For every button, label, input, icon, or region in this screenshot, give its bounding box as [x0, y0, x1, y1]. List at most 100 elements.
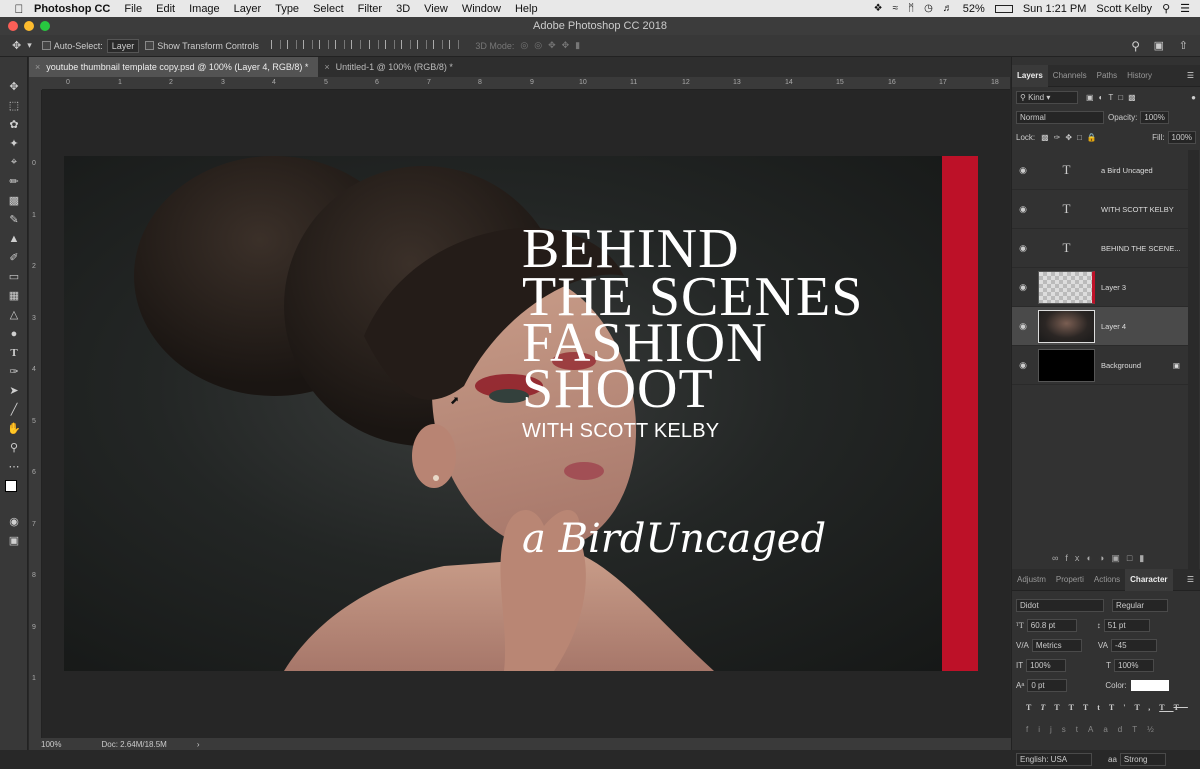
- tab-history[interactable]: History: [1122, 65, 1157, 87]
- menu-edit[interactable]: Edit: [156, 3, 175, 15]
- underline-button[interactable]: T: [1159, 703, 1173, 712]
- menu-window[interactable]: Window: [462, 3, 501, 15]
- eraser-icon[interactable]: ▭: [0, 267, 28, 286]
- search-icon[interactable]: ⚲: [1131, 39, 1140, 53]
- color-swatches[interactable]: [0, 476, 27, 512]
- zoom-window-button[interactable]: [40, 21, 50, 31]
- fx-icon[interactable]: fx: [1065, 553, 1086, 563]
- eye-icon[interactable]: ◉: [1012, 282, 1034, 293]
- small-caps-button[interactable]: Tt: [1083, 703, 1109, 712]
- layer-kind-filter[interactable]: ⚲ Kind ▾: [1016, 90, 1078, 104]
- close-window-button[interactable]: [8, 21, 18, 31]
- type-tool-icon[interactable]: T: [0, 343, 28, 362]
- close-icon[interactable]: ×: [324, 62, 329, 72]
- baseline-input[interactable]: 0 pt: [1027, 678, 1068, 692]
- layer-row[interactable]: ◉ T BEHIND THE SCENE...: [1012, 229, 1190, 268]
- layer-row[interactable]: ◉ T WITH SCOTT KELBY: [1012, 190, 1190, 229]
- eye-icon[interactable]: ◉: [1012, 321, 1034, 332]
- blur-tool-icon[interactable]: △: [0, 305, 28, 324]
- swash-button[interactable]: ϳ: [1050, 725, 1062, 734]
- adjustment-icon[interactable]: ◑: [1099, 553, 1111, 563]
- quick-mask-icon[interactable]: ◉: [0, 512, 28, 531]
- dropbox-icon[interactable]: ❖: [874, 3, 883, 14]
- move-tool-icon[interactable]: ✥: [12, 39, 21, 52]
- zoom-level[interactable]: 100%: [41, 740, 61, 749]
- list-icon[interactable]: ☰: [1180, 2, 1190, 15]
- healing-brush-icon[interactable]: ▩: [0, 191, 28, 210]
- menu-select[interactable]: Select: [313, 3, 344, 15]
- panel-menu-icon[interactable]: ☰: [1187, 71, 1194, 80]
- app-menu[interactable]: Photoshop CC: [34, 3, 110, 15]
- superscript-button[interactable]: T': [1109, 703, 1135, 712]
- ruler-corner[interactable]: [29, 77, 42, 90]
- hand-tool-icon[interactable]: ✋: [0, 419, 28, 438]
- titling-button[interactable]: A: [1088, 725, 1103, 734]
- workspace-icon[interactable]: ▣: [1154, 39, 1164, 52]
- foreground-color-swatch[interactable]: [5, 480, 17, 492]
- clone-stamp-icon[interactable]: ▲: [0, 229, 28, 248]
- faux-italic-button[interactable]: T: [1040, 703, 1054, 712]
- share-icon[interactable]: ⇧: [1179, 39, 1188, 52]
- tab-actions[interactable]: Actions: [1089, 569, 1125, 591]
- 3d-mode-icons[interactable]: ◎◎✥✥▮: [520, 40, 586, 51]
- eye-icon[interactable]: ◉: [1012, 204, 1034, 215]
- font-family-dropdown[interactable]: Didot: [1016, 598, 1104, 612]
- eyedropper-icon[interactable]: ✏: [0, 172, 28, 191]
- auto-select-checkbox[interactable]: [41, 41, 51, 50]
- path-selection-icon[interactable]: ➤: [0, 381, 28, 400]
- blend-mode-dropdown[interactable]: Normal: [1016, 110, 1104, 124]
- menu-type[interactable]: Type: [275, 3, 299, 15]
- leading-input[interactable]: 51 pt: [1103, 618, 1150, 632]
- more-tools-icon[interactable]: ⋯: [0, 457, 28, 476]
- clock-icon[interactable]: ◷: [924, 3, 933, 14]
- tab-channels[interactable]: Channels: [1048, 65, 1092, 87]
- bluetooth-icon[interactable]: ᛗ: [908, 3, 914, 14]
- ligature-button[interactable]: fi: [1026, 725, 1050, 734]
- eye-icon[interactable]: ◉: [1012, 360, 1034, 371]
- tracking-dropdown[interactable]: -45: [1110, 638, 1157, 652]
- opacity-input[interactable]: 100%: [1140, 110, 1169, 124]
- ad-button[interactable]: ad: [1103, 725, 1132, 734]
- link-layers-icon[interactable]: ∞: [1052, 553, 1065, 563]
- trash-icon[interactable]: ▮: [1139, 553, 1151, 563]
- menu-view[interactable]: View: [424, 3, 448, 15]
- volume-icon[interactable]: ♬: [943, 3, 953, 14]
- strikethrough-button[interactable]: T: [1174, 703, 1188, 712]
- screen-mode-icon[interactable]: ▣: [0, 531, 28, 550]
- mask-icon[interactable]: ◐: [1086, 553, 1098, 563]
- pen-tool-icon[interactable]: ✑: [0, 362, 28, 381]
- menu-help[interactable]: Help: [515, 3, 538, 15]
- minimize-window-button[interactable]: [24, 21, 34, 31]
- zoom-tool-icon[interactable]: ⚲: [0, 438, 28, 457]
- menu-file[interactable]: File: [124, 3, 142, 15]
- close-icon[interactable]: ×: [35, 62, 40, 72]
- tab-properties[interactable]: Properti: [1051, 569, 1089, 591]
- move-tool-icon[interactable]: ✥: [0, 77, 28, 96]
- vertical-scale-input[interactable]: 100%: [1026, 658, 1067, 672]
- battery-icon[interactable]: [994, 4, 1013, 13]
- language-dropdown[interactable]: English: USA: [1016, 752, 1092, 766]
- folder-icon[interactable]: ▣: [1111, 553, 1127, 563]
- line-tool-icon[interactable]: ╱: [0, 400, 28, 419]
- layer-row[interactable]: ◉ Background ▣: [1012, 346, 1190, 385]
- battery-percent[interactable]: 52%: [963, 3, 985, 15]
- lasso-tool-icon[interactable]: ✿: [0, 115, 28, 134]
- eye-icon[interactable]: ◉: [1012, 165, 1034, 176]
- antialias-dropdown[interactable]: Strong: [1119, 752, 1166, 766]
- stylistic-button[interactable]: st: [1062, 725, 1088, 734]
- transform-controls-checkbox[interactable]: [145, 41, 155, 50]
- tab-adjustments[interactable]: Adjustm: [1012, 569, 1051, 591]
- gradient-tool-icon[interactable]: ▦: [0, 286, 28, 305]
- align-buttons[interactable]: [270, 40, 466, 51]
- font-style-dropdown[interactable]: Regular: [1112, 598, 1168, 612]
- filter-icons[interactable]: ▣◐T□▩: [1086, 93, 1141, 102]
- menu-layer[interactable]: Layer: [234, 3, 262, 15]
- lock-icons[interactable]: ▩✑✥□🔒: [1041, 133, 1102, 142]
- brush-tool-icon[interactable]: ✎: [0, 210, 28, 229]
- vertical-ruler[interactable]: 0 1 2 3 4 5 6 7 8 9 1: [29, 90, 42, 738]
- menu-filter[interactable]: Filter: [358, 3, 382, 15]
- fill-input[interactable]: 100%: [1167, 130, 1196, 144]
- font-size-input[interactable]: 60.8 pt: [1026, 618, 1077, 632]
- menubar-clock[interactable]: Sun 1:21 PM: [1023, 3, 1087, 15]
- new-layer-icon[interactable]: □: [1127, 553, 1139, 563]
